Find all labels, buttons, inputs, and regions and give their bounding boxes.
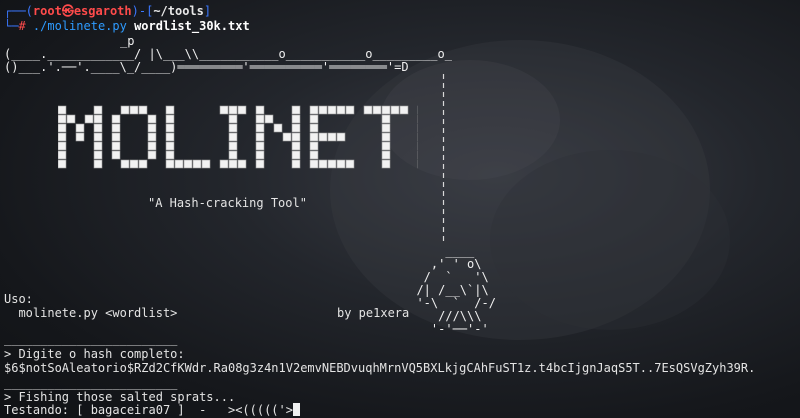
- hash-prompt: > Digite o hash completo:: [4, 347, 185, 361]
- banner-letter-o: [111, 105, 157, 169]
- banner-letter-m: [57, 105, 103, 169]
- usage-syntax: molinete.py <wordlist>: [4, 306, 178, 320]
- terminal-cursor[interactable]: [292, 403, 300, 416]
- rod-ascii: (____.____________/ |\___\\___________o_…: [4, 47, 452, 61]
- prompt-at-symbol: ㉿: [61, 4, 74, 18]
- prompt-path: ~/tools: [153, 4, 204, 18]
- command-line: └─# ./molinete.py wordlist_30k.txt: [4, 19, 250, 33]
- prompt-frame: )-[: [131, 4, 154, 18]
- prompt-host: esgaroth: [73, 4, 132, 18]
- root-hash-symbol: #: [18, 19, 26, 33]
- author-credit: by pe1xera: [337, 306, 410, 320]
- banner-letters: [57, 105, 463, 169]
- status-testing: Testando: [ bagaceira07 ] - ><((((('>: [4, 403, 300, 417]
- lure-line-1: ____: [402, 244, 475, 258]
- lure-line-5: '-\ ` /-/: [402, 296, 496, 310]
- banner-letter-n: [255, 105, 301, 169]
- molinete-banner-logo: [57, 102, 463, 181]
- command-argument: wordlist_30k.txt: [134, 19, 250, 33]
- reel-ascii: ()___.'.──'.____\_/____)═════════'══════…: [4, 60, 409, 74]
- testing-text: Testando: [ bagaceira07 ] - ><((((('>: [4, 403, 293, 417]
- lure-line-3: / ` '\: [402, 270, 489, 284]
- banner-letter-l: [165, 105, 211, 169]
- prompt-frame: └─: [4, 19, 19, 33]
- banner-letter-e: [309, 105, 355, 169]
- status-fishing: > Fishing those salted sprats...: [4, 390, 236, 404]
- prompt-frame: ┌──(: [4, 4, 33, 18]
- prompt-user: root: [32, 4, 62, 18]
- tagline: "A Hash-cracking Tool": [148, 196, 307, 210]
- terminal-window[interactable]: ┌──(root㉿esgaroth)-[~/tools] └─# ./molin…: [0, 0, 800, 418]
- separator: ________________________: [4, 376, 178, 390]
- shell-prompt: ┌──(root㉿esgaroth)-[~/tools]: [4, 4, 211, 18]
- usage-label: Uso:: [4, 292, 33, 306]
- lure-line-2: ,' ' o\: [402, 257, 482, 271]
- command-name: ./molinete.py: [32, 19, 127, 33]
- banner-letter-t: [363, 105, 409, 169]
- rod-tip-ascii: _p: [120, 34, 135, 48]
- lure-line-7: '-'──'-': [402, 322, 489, 336]
- banner-letter-i: [219, 105, 247, 169]
- prompt-frame: ]: [203, 4, 212, 18]
- lure-line-4: /| /__\`|\: [402, 283, 489, 297]
- separator: ________________________: [4, 332, 178, 346]
- hash-value: $6$notSoAleatorio$RZd2CfKWdr.Ra08g3z4n1V…: [4, 361, 756, 375]
- lure-line-6: ///\\\: [402, 309, 482, 323]
